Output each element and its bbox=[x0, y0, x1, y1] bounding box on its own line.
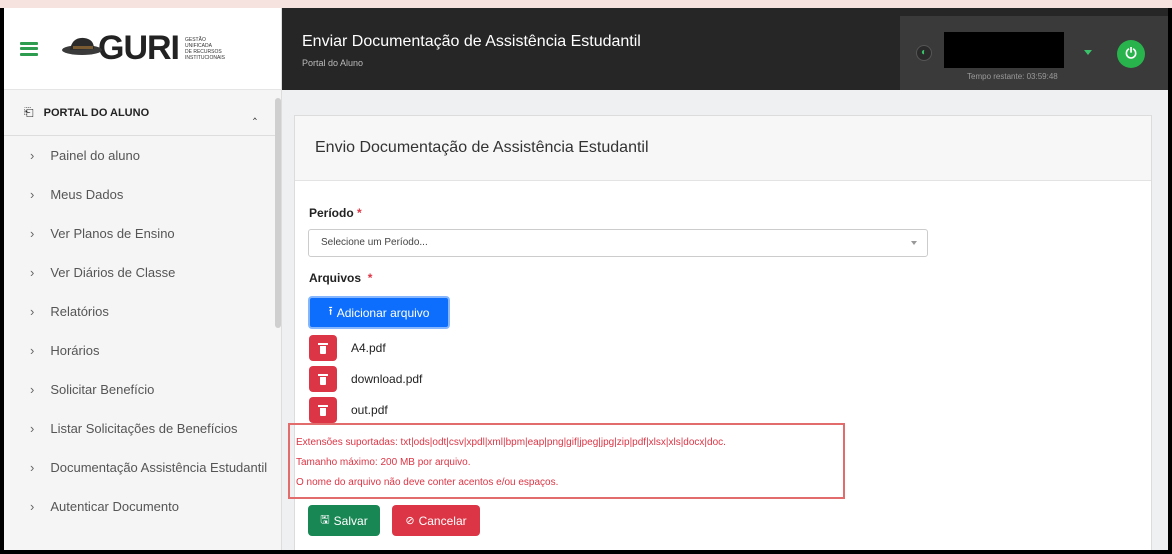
sidebar-item-label: Meus Dados bbox=[50, 187, 124, 202]
sidebar-item-autenticar-documento[interactable]: › Autenticar Documento bbox=[4, 487, 281, 526]
sidebar-item-label: Horários bbox=[50, 343, 100, 358]
sidebar-item-solicitar-beneficio[interactable]: › Solicitar Benefício bbox=[4, 370, 281, 409]
add-file-button[interactable]: ⭱ Adicionar arquivo bbox=[308, 296, 450, 329]
hamburger-menu-icon[interactable] bbox=[20, 41, 38, 56]
upload-card: Envio Documentação de Assistência Estuda… bbox=[288, 115, 1152, 550]
sidebar-item-painel-do-aluno[interactable]: › Painel do aluno bbox=[4, 136, 281, 175]
logo-sub-line: DE RECURSOS bbox=[185, 48, 222, 55]
chevron-right-icon: › bbox=[30, 421, 35, 436]
sidebar-item-label: Listar Solicitações de Benefícios bbox=[50, 421, 238, 436]
logo-text: GURI bbox=[98, 29, 180, 67]
top-strip bbox=[0, 0, 1172, 8]
guri-logo[interactable]: GURI GESTÃO UNIFICADA DE RECURSOS INSTIT… bbox=[60, 29, 225, 68]
hat-logo-icon bbox=[62, 37, 102, 55]
sidebar-item-listar-solicitacoes[interactable]: › Listar Solicitações de Benefícios bbox=[4, 409, 281, 448]
filename-rule-text: O nome do arquivo não deve conter acento… bbox=[296, 477, 559, 488]
file-row: A4.pdf bbox=[309, 335, 386, 361]
arquivos-label: Arquivos * bbox=[309, 271, 372, 285]
sidebar-item-ver-diarios-de-classe[interactable]: › Ver Diários de Classe bbox=[4, 253, 281, 292]
periodo-label-text: Período bbox=[309, 206, 354, 220]
logout-power-button[interactable]: ⏻ bbox=[1117, 40, 1145, 68]
periodo-label: Período * bbox=[309, 206, 362, 220]
upload-icon: ⭱ bbox=[328, 304, 333, 318]
app-window: GURI GESTÃO UNIFICADA DE RECURSOS INSTIT… bbox=[4, 8, 1168, 550]
theme-toggle-icon[interactable]: ◐ bbox=[916, 45, 932, 61]
cancel-label: Cancelar bbox=[418, 513, 467, 528]
periodo-select-placeholder: Selecione um Período... bbox=[321, 237, 428, 248]
trash-icon bbox=[318, 342, 328, 354]
logo-subtitle: GESTÃO UNIFICADA DE RECURSOS INSTITUCION… bbox=[185, 37, 225, 61]
supported-extensions-text: Extensões suportadas: txt|ods|odt|csv|xp… bbox=[296, 437, 726, 448]
sidebar-item-meus-dados[interactable]: › Meus Dados bbox=[4, 175, 281, 214]
cancel-button[interactable]: ⊘ Cancelar bbox=[392, 505, 480, 536]
periodo-select[interactable]: Selecione um Período... bbox=[308, 229, 928, 257]
sidebar-item-relatorios[interactable]: › Relatórios bbox=[4, 292, 281, 331]
main-content: Envio Documentação de Assistência Estuda… bbox=[282, 90, 1168, 550]
sidebar-item-documentacao-assistencia[interactable]: › Documentação Assistência Estudantil bbox=[4, 448, 281, 487]
chevron-right-icon: › bbox=[30, 148, 35, 163]
floppy-disk-icon: 🖫 bbox=[320, 514, 330, 526]
sidebar: GURI GESTÃO UNIFICADA DE RECURSOS INSTIT… bbox=[4, 8, 282, 550]
sidebar-item-label: Relatórios bbox=[50, 304, 109, 319]
trash-icon bbox=[318, 404, 328, 416]
logo-sub-line: INSTITUCIONAIS bbox=[185, 54, 226, 61]
chevron-right-icon: › bbox=[30, 343, 35, 358]
section-title: PORTAL DO ALUNO bbox=[43, 106, 150, 119]
chevron-right-icon: › bbox=[30, 265, 35, 280]
chevron-right-icon: › bbox=[30, 187, 35, 202]
select-caret-icon bbox=[911, 241, 917, 245]
sidebar-item-label: Documentação Assistência Estudantil bbox=[50, 460, 268, 475]
chevron-right-icon: › bbox=[30, 382, 35, 397]
delete-file-button[interactable] bbox=[309, 335, 337, 361]
page-subtitle: Portal do Aluno bbox=[302, 58, 364, 68]
arquivos-label-text: Arquivos bbox=[309, 271, 362, 285]
sidebar-item-ver-planos-de-ensino[interactable]: › Ver Planos de Ensino bbox=[4, 214, 281, 253]
file-row: out.pdf bbox=[309, 397, 388, 423]
save-label: Salvar bbox=[333, 513, 368, 528]
chevron-right-icon: › bbox=[30, 499, 35, 514]
delete-file-button[interactable] bbox=[309, 397, 337, 423]
sidebar-item-label: Autenticar Documento bbox=[50, 499, 179, 514]
required-mark: * bbox=[367, 271, 373, 285]
sidebar-item-label: Ver Diários de Classe bbox=[50, 265, 176, 280]
sidebar-item-label: Painel do aluno bbox=[50, 148, 140, 163]
sidebar-item-label: Solicitar Benefício bbox=[50, 382, 155, 397]
delete-file-button[interactable] bbox=[309, 366, 337, 392]
cancel-circle-icon: ⊘ bbox=[405, 515, 415, 527]
file-name: out.pdf bbox=[351, 403, 388, 417]
session-timer: Tempo restante: 03:59:48 bbox=[967, 72, 1058, 81]
sidebar-section-portal-do-aluno[interactable]: ⎗ PORTAL DO ALUNO ‸ bbox=[4, 90, 281, 136]
page-title: Enviar Documentação de Assistência Estud… bbox=[302, 33, 641, 50]
chevron-right-icon: › bbox=[30, 304, 35, 319]
caret-down-icon[interactable] bbox=[1084, 50, 1092, 55]
brand-bar: GURI GESTÃO UNIFICADA DE RECURSOS INSTIT… bbox=[4, 8, 281, 90]
sidebar-scrollbar[interactable] bbox=[275, 98, 281, 328]
card-title: Envio Documentação de Assistência Estuda… bbox=[295, 116, 1151, 181]
chevron-up-icon: ‸ bbox=[252, 105, 257, 120]
add-file-label: Adicionar arquivo bbox=[336, 305, 430, 320]
max-size-text: Tamanho máximo: 200 MB por arquivo. bbox=[296, 457, 471, 468]
portal-icon: ⎗ bbox=[24, 105, 34, 119]
save-button[interactable]: 🖫 Salvar bbox=[308, 505, 380, 536]
trash-icon bbox=[318, 373, 328, 385]
file-requirements-notice: Extensões suportadas: txt|ods|odt|csv|xp… bbox=[288, 423, 845, 499]
top-header: Enviar Documentação de Assistência Estud… bbox=[282, 8, 1168, 90]
chevron-right-icon: › bbox=[30, 460, 35, 475]
chevron-right-icon: › bbox=[30, 226, 35, 241]
file-name: A4.pdf bbox=[351, 341, 386, 355]
file-row: download.pdf bbox=[309, 366, 422, 392]
user-name-redacted[interactable] bbox=[944, 32, 1064, 68]
file-name: download.pdf bbox=[351, 372, 423, 386]
user-area: ◐ Tempo restante: 03:59:48 ⏻ bbox=[900, 16, 1168, 90]
sidebar-item-label: Ver Planos de Ensino bbox=[50, 226, 175, 241]
required-mark: * bbox=[357, 206, 362, 220]
sidebar-item-horarios[interactable]: › Horários bbox=[4, 331, 281, 370]
